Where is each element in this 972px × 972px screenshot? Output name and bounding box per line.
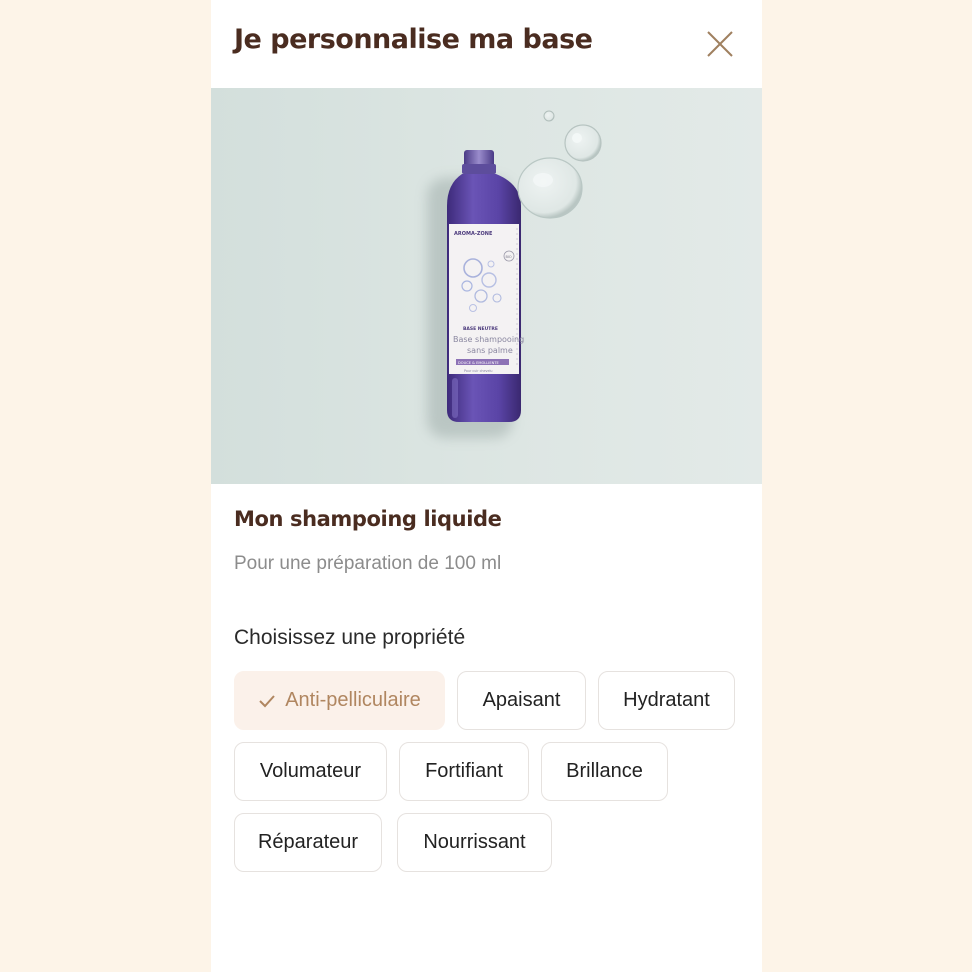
sheet-header: Je personnalise ma base <box>211 0 762 88</box>
personalize-sheet: Je personnalise ma base AROMA-ZONE BIO B… <box>211 0 762 972</box>
product-image: AROMA-ZONE BIO BASE NEUTRE Base shampooi… <box>211 88 762 484</box>
label-line1: BASE NEUTRE <box>463 326 498 332</box>
check-icon <box>258 694 276 708</box>
property-chip-label: Volumateur <box>259 760 362 782</box>
property-chip-label: Hydratant <box>623 689 710 711</box>
property-chip-anti-pelliculaire[interactable]: Anti-pelliculaire <box>234 671 445 730</box>
property-chip-label: Brillance <box>566 760 643 782</box>
label-badge: BIO <box>506 255 512 259</box>
label-line3: sans palme <box>467 346 513 355</box>
property-chip-brillance[interactable]: Brillance <box>541 742 668 801</box>
product-title: Mon shampoing liquide <box>234 507 502 531</box>
property-heading: Choisissez une propriété <box>234 626 466 649</box>
property-chip-label: Apaisant <box>482 689 561 711</box>
label-brand: AROMA-ZONE <box>454 231 493 237</box>
property-chip-hydratant[interactable]: Hydratant <box>598 671 735 730</box>
sheet-title: Je personnalise ma base <box>234 24 593 55</box>
close-icon <box>707 31 733 57</box>
property-chip-nourrissant[interactable]: Nourrissant <box>397 813 552 872</box>
label-line2: Base shampooing <box>453 335 524 344</box>
property-chip-label: Fortifiant <box>425 760 503 782</box>
property-chip-apaisant[interactable]: Apaisant <box>457 671 586 730</box>
property-chip-reparateur[interactable]: Réparateur <box>234 813 382 872</box>
label-band: DOUCE & EMOLLIENTE <box>458 361 500 365</box>
property-chip-fortifiant[interactable]: Fortifiant <box>399 742 529 801</box>
product-subtitle: Pour une préparation de 100 ml <box>234 553 502 574</box>
property-chip-label: Anti-pelliculaire <box>285 689 421 711</box>
product-bottle-image: AROMA-ZONE BIO BASE NEUTRE Base shampooi… <box>427 110 602 438</box>
property-chip-label: Réparateur <box>257 831 359 853</box>
label-small: Pour cuir chevelu <box>464 369 493 373</box>
property-chip-volumateur[interactable]: Volumateur <box>234 742 387 801</box>
property-chip-label: Nourrissant <box>423 831 526 853</box>
close-button[interactable] <box>705 29 735 59</box>
